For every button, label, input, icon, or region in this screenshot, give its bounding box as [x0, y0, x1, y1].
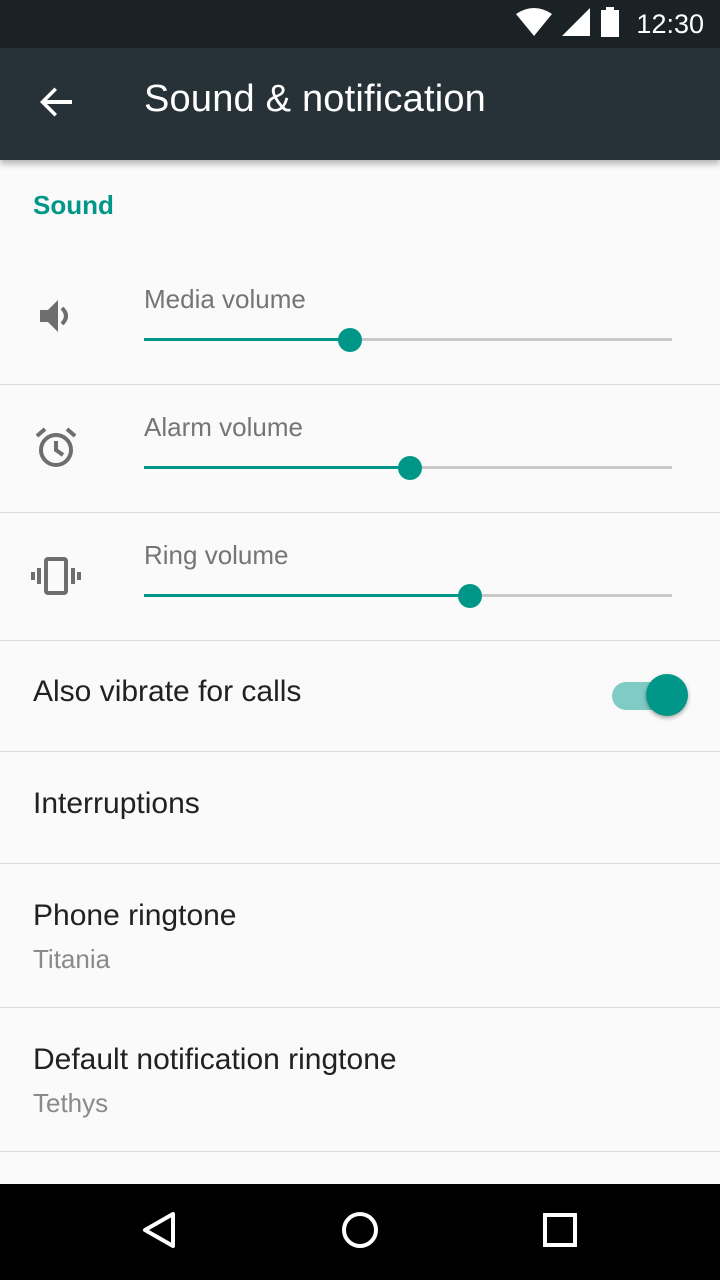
app-bar: Sound & notification — [0, 48, 720, 160]
media-volume-slider[interactable] — [144, 325, 672, 355]
vibrate-icon — [28, 548, 84, 604]
notification-ringtone-label: Default notification ringtone — [33, 1043, 397, 1076]
section-header-sound: Sound — [33, 190, 114, 220]
nav-home-button[interactable] — [328, 1200, 392, 1264]
nav-recents-button[interactable] — [528, 1200, 592, 1264]
settings-list[interactable]: Sound Media volume Alarm volume Ring vol… — [0, 160, 720, 1184]
phone-ringtone-label: Phone ringtone — [33, 899, 237, 932]
interruptions-row[interactable]: Interruptions — [0, 752, 720, 864]
status-bar: 12:30 — [0, 0, 720, 48]
media-volume-row: Media volume — [0, 256, 720, 385]
cell-signal-icon — [562, 7, 591, 41]
slider-thumb[interactable] — [457, 584, 482, 608]
battery-icon — [600, 6, 620, 42]
nav-back-button[interactable] — [128, 1200, 192, 1264]
alarm-icon — [28, 420, 84, 476]
slider-thumb[interactable] — [337, 328, 362, 352]
ring-volume-slider[interactable] — [144, 581, 672, 611]
slider-fill — [144, 594, 470, 597]
media-volume-label: Media volume — [144, 284, 306, 314]
vibrate-for-calls-switch[interactable] — [612, 674, 688, 718]
home-circle-icon — [340, 1210, 380, 1255]
vibrate-for-calls-label: Also vibrate for calls — [33, 675, 302, 708]
interruptions-label: Interruptions — [33, 787, 200, 820]
phone-ringtone-value: Titania — [33, 944, 111, 974]
alarm-volume-label: Alarm volume — [144, 412, 303, 442]
back-button[interactable] — [24, 72, 88, 136]
ring-volume-row: Ring volume — [0, 512, 720, 641]
page-title: Sound & notification — [144, 78, 487, 120]
status-time: 12:30 — [636, 8, 704, 39]
alarm-volume-slider[interactable] — [144, 453, 672, 483]
back-triangle-icon — [140, 1210, 180, 1255]
arrow-back-icon — [38, 84, 74, 125]
alarm-volume-row: Alarm volume — [0, 384, 720, 513]
slider-fill — [144, 466, 411, 469]
notification-ringtone-value: Tethys — [33, 1088, 109, 1118]
ring-volume-label: Ring volume — [144, 540, 289, 570]
vibrate-for-calls-row[interactable]: Also vibrate for calls — [0, 640, 720, 752]
status-icons: 12:30 — [516, 0, 704, 48]
notification-ringtone-row[interactable]: Default notification ringtone Tethys — [0, 1008, 720, 1152]
speaker-icon — [28, 288, 84, 344]
switch-thumb — [646, 674, 688, 716]
slider-fill — [144, 338, 350, 341]
nav-bar — [0, 1184, 720, 1280]
recents-square-icon — [540, 1210, 580, 1255]
phone-ringtone-row[interactable]: Phone ringtone Titania — [0, 864, 720, 1008]
slider-thumb[interactable] — [398, 456, 423, 480]
wifi-icon — [516, 7, 553, 41]
